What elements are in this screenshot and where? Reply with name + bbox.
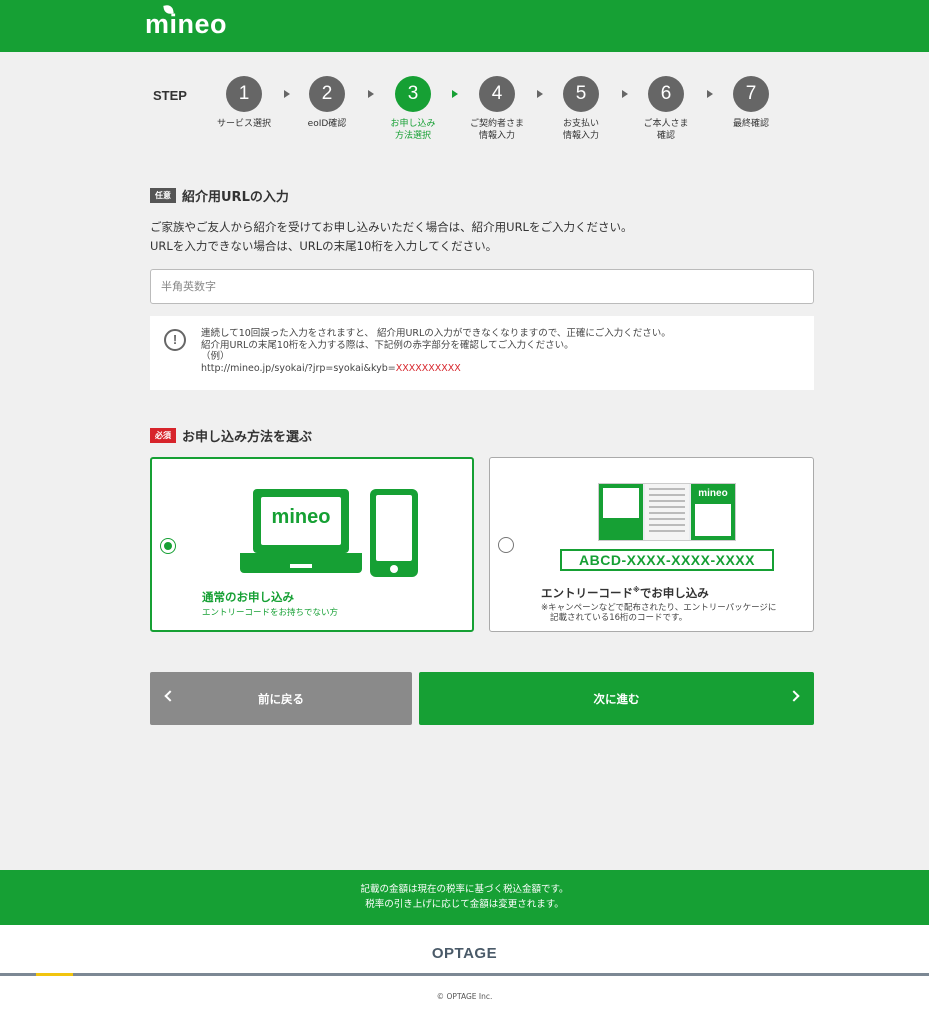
referral-desc-line1: ご家族やご友人から紹介を受けてお申し込みいただく場合は、紹介用URLをご入力くだ… (150, 220, 633, 234)
step-number: 6 (648, 76, 684, 112)
next-button-label: 次に進む (593, 691, 640, 706)
footer-accent (36, 973, 73, 976)
next-button[interactable]: 次に進む (419, 672, 814, 725)
back-button[interactable]: 前に戻る (150, 672, 412, 725)
logo-text: mineo (145, 9, 228, 39)
method-section-title: 必須 お申し込み方法を選ぶ (150, 426, 312, 445)
notice-example: http://mineo.jp/syokai/?jrp=syokai&kyb=X… (201, 363, 671, 375)
step-3: 3 お申し込み 方法選択 (368, 76, 458, 142)
tax-notice-footer: 記載の金額は現在の税率に基づく税込金額です。 税率の引き上げに応じて金額は変更さ… (0, 870, 929, 925)
exclamation-circle-icon: ! (164, 329, 186, 351)
step-number: 1 (226, 76, 262, 112)
step-number: 7 (733, 76, 769, 112)
step-name: お支払い 情報入力 (562, 119, 599, 141)
entry-code-radio[interactable] (498, 537, 514, 553)
optional-badge: 任意 (150, 188, 176, 203)
entry-code-title: エントリーコード※でお申し込み (541, 585, 709, 601)
footer-divider (0, 973, 929, 976)
step-name: 最終確認 (732, 119, 769, 129)
step-2: 2 eoID確認 (282, 76, 372, 130)
required-badge: 必須 (150, 428, 176, 443)
smartphone-icon (370, 489, 418, 577)
entry-code-sub: ※キャンペーンなどで配布されたり、エントリーパッケージに 記載されている16桁の… (541, 603, 776, 623)
entry-code-title-rest: でお申し込み (639, 586, 709, 600)
step-name: eoID確認 (307, 119, 347, 129)
notice-example-code: XXXXXXXXXX (395, 362, 461, 374)
step-7: 7 最終確認 (706, 76, 796, 130)
tax-line2: 税率の引き上げに応じて金額は変更されます。 (365, 899, 564, 910)
normal-application-title: 通常のお申し込み (202, 590, 294, 604)
referral-url-input[interactable] (150, 269, 814, 304)
step-6: 6 ご本人さま 確認 (621, 76, 711, 142)
referral-notice: ! 連続して10回誤った入力をされますと、 紹介用URLの入力ができなくなります… (150, 316, 814, 390)
step-4: 4 ご契約者さま 情報入力 (452, 76, 542, 142)
laptop-screen-logo: mineo (271, 506, 331, 528)
mineo-logo[interactable]: mineo (145, 4, 228, 40)
normal-application-radio[interactable] (160, 538, 176, 554)
step-name: サービス選択 (216, 119, 271, 129)
tax-line1: 記載の金額は現在の税率に基づく税込金額です。 (360, 884, 569, 895)
laptop-icon: mineo (253, 489, 349, 553)
step-number: 3 (395, 76, 431, 112)
optage-logo[interactable]: OPTAGE (0, 945, 929, 962)
entry-code-sub-line1: ※キャンペーンなどで配布されたり、エントリーパッケージに (541, 603, 777, 613)
entry-code-sub-line2: 記載されている16桁のコードです。 (550, 613, 688, 623)
notice-example-url: http://mineo.jp/syokai/?jrp=syokai&kyb= (201, 362, 396, 374)
step-name: ご契約者さま 情報入力 (469, 119, 524, 141)
step-indicator: STEP 1 サービス選択 2 eoID確認 3 お申し込み 方法選択 4 ご契… (150, 72, 814, 152)
notice-example-label: （例） (201, 351, 230, 362)
chevron-right-icon (788, 690, 800, 702)
step-number: 5 (563, 76, 599, 112)
step-name: お申し込み 方法選択 (390, 119, 436, 141)
step-5: 5 お支払い 情報入力 (536, 76, 626, 142)
entry-code-title-main: エントリーコード (541, 586, 633, 600)
step-name: ご本人さま 確認 (643, 119, 689, 141)
notice-line2: 紹介用URLの末尾10桁を入力する際は、下記例の赤字部分を確認してご入力ください… (201, 339, 574, 351)
step-number: 2 (309, 76, 345, 112)
copyright: © OPTAGE Inc. (436, 992, 493, 1001)
entry-package-brand: mineo (698, 488, 728, 499)
laptop-base-icon (240, 553, 362, 573)
referral-section-title: 任意 紹介用URLの入力 (150, 186, 289, 205)
back-button-label: 前に戻る (258, 691, 304, 706)
normal-application-card[interactable]: mineo 通常のお申し込み エントリーコードをお持ちでない方 (150, 457, 474, 632)
entry-package-image: mineo (598, 483, 736, 541)
step-1: 1 サービス選択 (199, 76, 289, 130)
referral-description: ご家族やご友人から紹介を受けてお申し込みいただく場合は、紹介用URLをご入力くだ… (150, 218, 632, 256)
referral-desc-line2: URLを入力できない場合は、URLの末尾10桁を入力してください。 (150, 239, 498, 253)
entry-code-card[interactable]: mineo ABCD-XXXX-XXXX-XXXX エントリーコード※でお申し込… (489, 457, 814, 632)
chevron-left-icon (164, 690, 176, 702)
entry-code-sample: ABCD-XXXX-XXXX-XXXX (560, 549, 774, 571)
normal-application-sub: エントリーコードをお持ちでない方 (202, 608, 339, 618)
entry-code-title-mark: ※ (633, 586, 640, 595)
step-number: 4 (479, 76, 515, 112)
corporate-footer: OPTAGE © OPTAGE Inc. (0, 925, 929, 1024)
method-title: お申し込み方法を選ぶ (182, 430, 313, 445)
step-label: STEP (153, 88, 187, 103)
referral-title: 紹介用URLの入力 (182, 190, 289, 205)
notice-line1: 連続して10回誤った入力をされますと、 紹介用URLの入力ができなくなりますので… (201, 328, 671, 339)
header: mineo (0, 0, 929, 52)
